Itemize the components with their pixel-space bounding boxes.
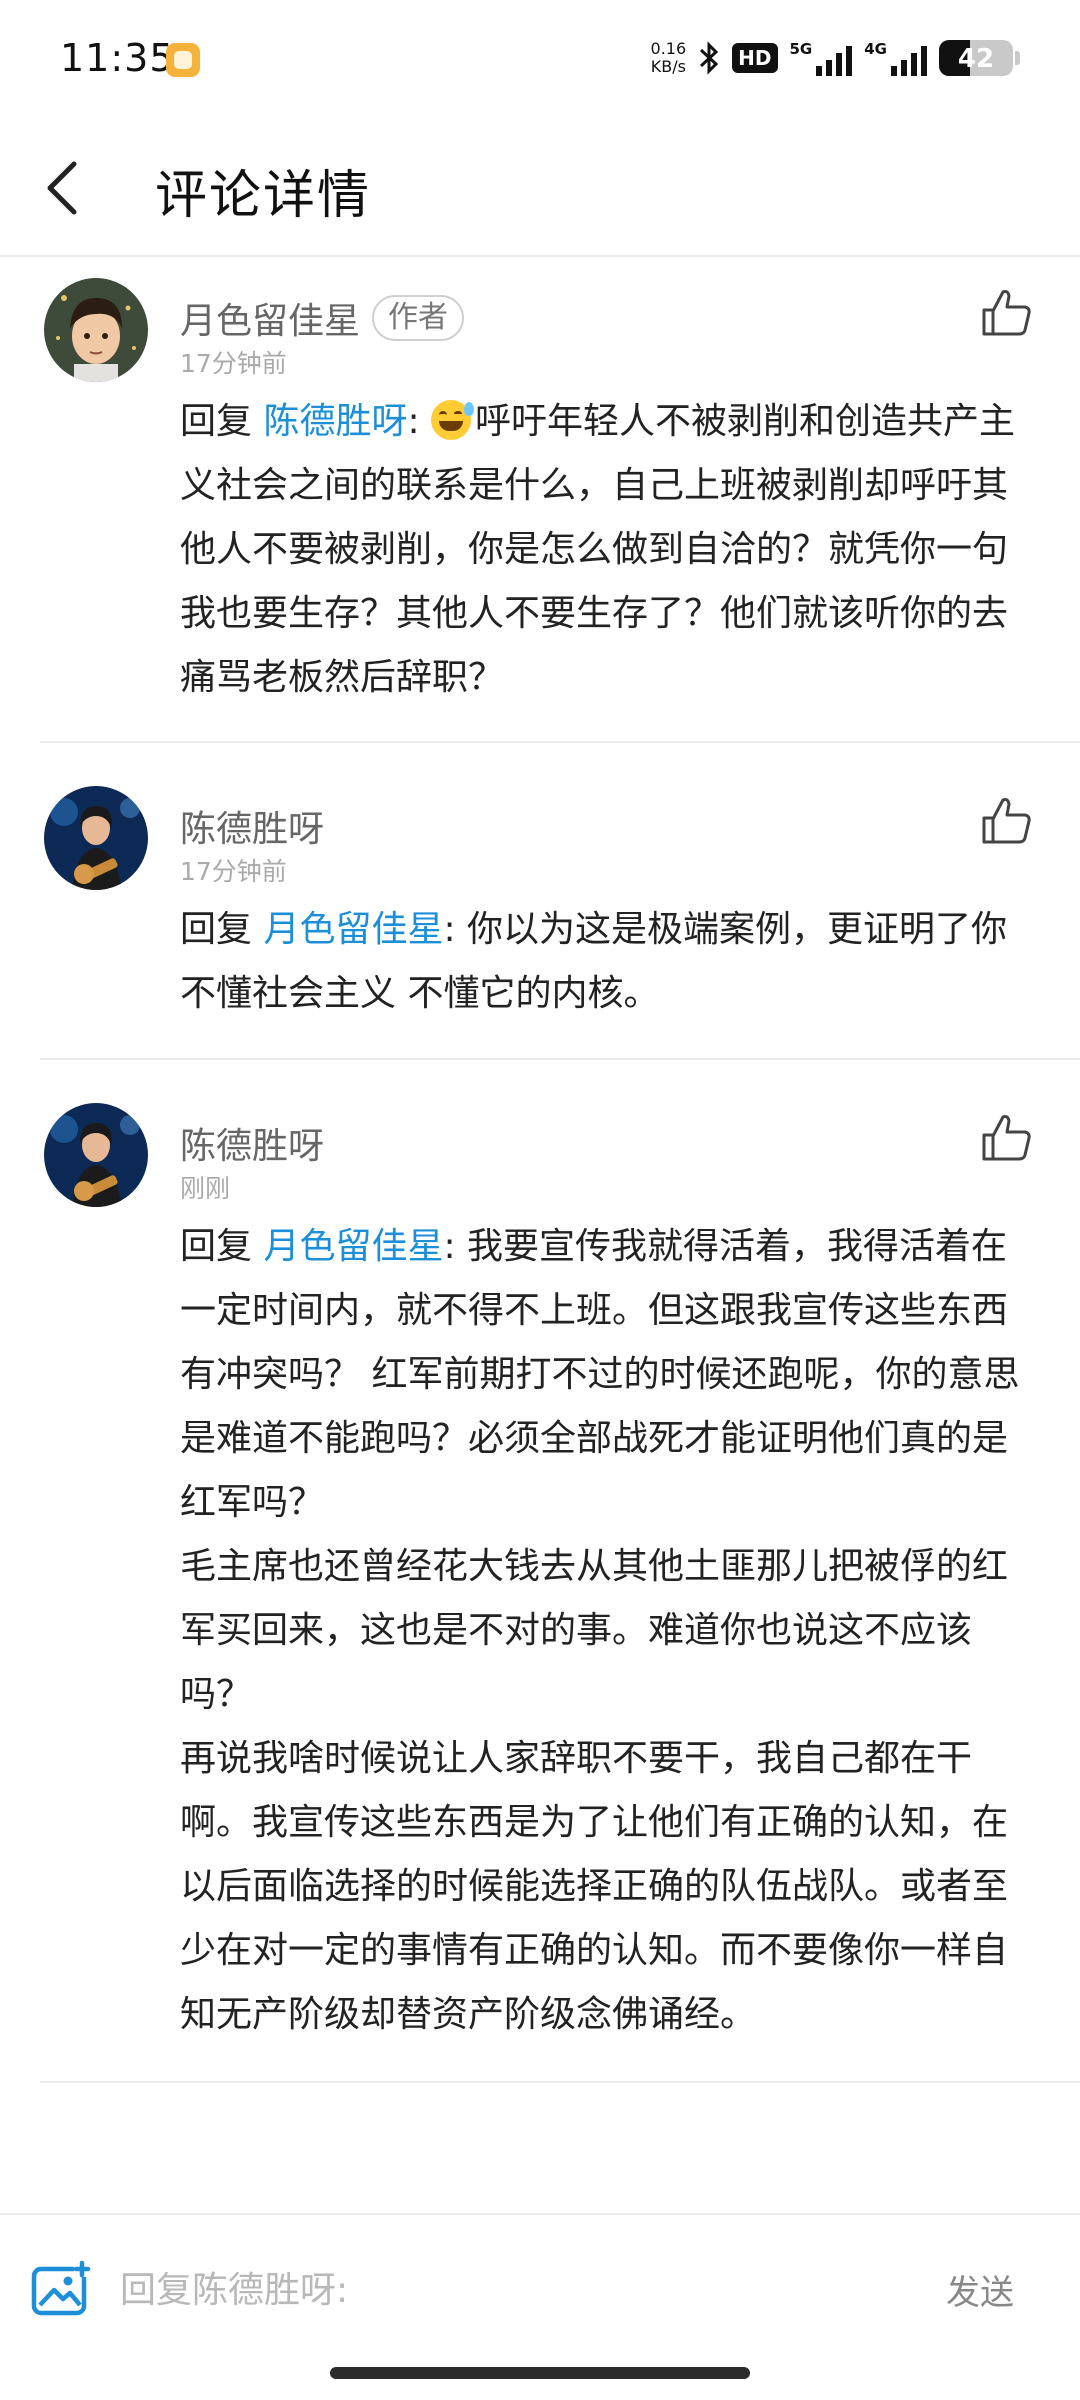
divider — [40, 741, 1080, 743]
comment-content: 呼吁年轻人不被剥削和创造共产主义社会之间的联系是什么，自己上班被剥削却呼吁其他人… — [180, 401, 1016, 698]
comment-content: : 我要宣传我就得活着，我得活着在一定时间内，就不得不上班。但这跟我宣传这些东西… — [180, 1226, 1020, 2035]
comment-time: 17分钟前 — [180, 857, 287, 886]
page-title: 评论详情 — [155, 166, 372, 226]
signal-bars-icon — [816, 46, 853, 76]
divider — [40, 2081, 1080, 2083]
avatar[interactable] — [44, 786, 148, 890]
reply-prefix: 回复 — [180, 401, 264, 442]
send-button[interactable]: 发送 — [946, 2265, 1014, 2314]
chevron-left-icon — [47, 161, 77, 215]
comment-text: 回复 月色留佳星: 我要宣传我就得活着，我得活着在一定时间内，就不得不上班。但这… — [180, 1215, 1040, 2047]
top-bar: 评论详情 — [0, 120, 1080, 257]
signal-5g-label: 5G — [789, 40, 813, 58]
mention-link[interactable]: 月色留佳星 — [263, 909, 443, 950]
insert-image-button[interactable] — [30, 2259, 92, 2321]
back-button[interactable] — [36, 148, 96, 228]
network-speed-unit: KB/s — [650, 57, 686, 76]
singer-avatar-icon — [44, 1103, 148, 1207]
like-button[interactable] — [978, 792, 1036, 850]
signal-4g: 4G — [864, 40, 927, 76]
grinning-sweat-emoji-icon — [431, 400, 475, 440]
singer-avatar-icon — [44, 786, 148, 890]
thumbs-up-icon — [982, 1115, 1031, 1161]
author-name[interactable]: 陈德胜呀 — [180, 800, 324, 852]
author-badge: 作者 — [372, 295, 465, 341]
battery-tip — [1015, 51, 1020, 65]
notification-app-icon — [166, 43, 200, 77]
battery-level: 42 — [957, 44, 995, 74]
divider — [40, 1058, 1080, 1060]
network-speed-value: 0.16 — [650, 39, 687, 58]
network-speed: 0.16 KB/s — [651, 40, 687, 76]
author-name[interactable]: 陈德胜呀 — [180, 1117, 324, 1169]
bluetooth-icon — [698, 41, 720, 75]
battery-icon: 42 — [939, 40, 1013, 76]
status-time: 11:35 — [60, 36, 175, 80]
author-name[interactable]: 月色留佳星 — [180, 292, 360, 344]
reply-bar: 发送 — [0, 2213, 1080, 2363]
home-indicator[interactable] — [330, 2367, 750, 2379]
comment-item: 月色留佳星 作者 17分钟前 回复 陈德胜呀: 呼吁年轻人不被剥削和创造共产主义… — [0, 278, 1080, 728]
comment-time: 刚刚 — [180, 1174, 231, 1203]
comment-time: 17分钟前 — [180, 349, 287, 378]
signal-5g: 5G — [790, 40, 853, 76]
avatar[interactable] — [44, 1103, 148, 1207]
mention-link[interactable]: 陈德胜呀 — [263, 401, 407, 442]
avatar[interactable] — [44, 278, 148, 382]
comment-item: 陈德胜呀 刚刚 回复 月色留佳星: 我要宣传我就得活着，我得活着在一定时间内，就… — [0, 1103, 1080, 2063]
reply-prefix: 回复 — [180, 1226, 264, 1267]
like-button[interactable] — [978, 284, 1036, 342]
status-icons: 0.16 KB/s HD 5G 4G 42 — [651, 36, 1020, 80]
like-button[interactable] — [978, 1109, 1036, 1167]
thumbs-up-icon — [982, 798, 1031, 844]
anime-boy-avatar-icon — [44, 278, 148, 382]
reply-input[interactable] — [120, 2255, 900, 2325]
comment-item: 陈德胜呀 17分钟前 回复 月色留佳星: 你以为这是极端案例，更证明了你不懂社会… — [0, 786, 1080, 1036]
comment-text: 回复 月色留佳星: 你以为这是极端案例，更证明了你不懂社会主义 不懂它的内核。 — [180, 898, 1040, 1026]
hd-voice-icon: HD — [732, 43, 778, 73]
comment-detail-page: 11:35 0.16 KB/s HD 5G 4G 42 评论详情 月色留佳星 作… — [0, 0, 1080, 2400]
comment-text: 回复 陈德胜呀: 呼吁年轻人不被剥削和创造共产主义社会之间的联系是什么，自己上班… — [180, 390, 1040, 710]
thumbs-up-icon — [982, 290, 1031, 336]
author-row: 陈德胜呀 — [180, 800, 324, 852]
mention-link[interactable]: 月色留佳星 — [263, 1226, 443, 1267]
author-row: 月色留佳星 作者 — [180, 292, 465, 344]
status-bar: 11:35 0.16 KB/s HD 5G 4G 42 — [0, 0, 1080, 120]
image-icon — [31, 2260, 91, 2316]
signal-4g-label: 4G — [864, 40, 887, 58]
author-row: 陈德胜呀 — [180, 1117, 324, 1169]
signal-bars-icon — [891, 46, 927, 76]
reply-prefix: 回复 — [180, 909, 264, 950]
reply-colon: : — [407, 401, 432, 442]
